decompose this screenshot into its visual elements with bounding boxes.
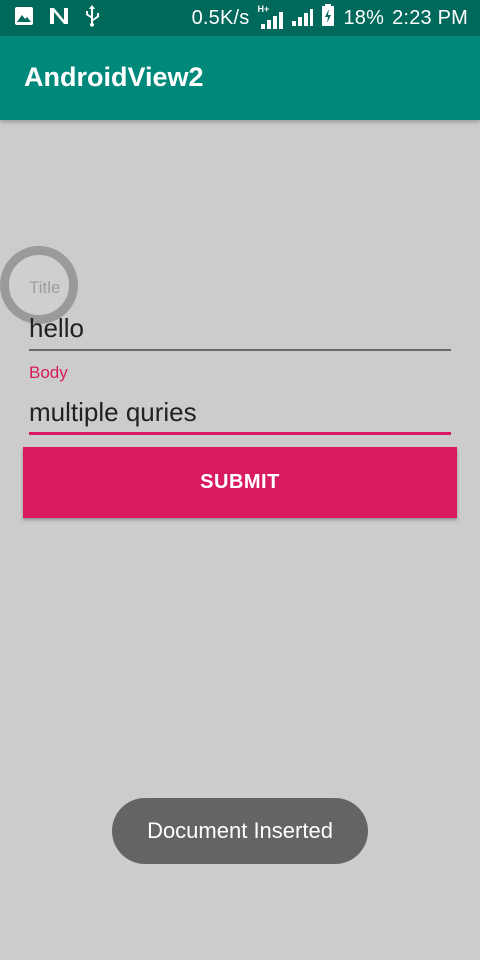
toast-message: Document Inserted: [112, 798, 368, 864]
network-speed: 0.5K/s: [191, 6, 250, 29]
body-input[interactable]: multiple quries: [29, 397, 197, 428]
body-input-underline: [29, 432, 451, 435]
signal-icon: [291, 3, 314, 33]
signal-h-plus-icon: H+: [257, 4, 284, 30]
app-bar: AndroidView2: [0, 36, 480, 120]
toast-text: Document Inserted: [147, 818, 333, 843]
battery-charging-icon: [321, 3, 335, 33]
battery-percent: 18%: [343, 6, 385, 29]
image-icon: [14, 6, 34, 31]
n-notification-icon: [48, 6, 70, 31]
status-bar: 0.5K/s H+ 18% 2:23 PM: [0, 0, 480, 36]
title-input[interactable]: hello: [29, 313, 84, 344]
app-title: AndroidView2: [24, 62, 204, 92]
status-bar-left-icons: [14, 0, 100, 36]
title-label: Title: [29, 278, 61, 297]
submit-button[interactable]: SUBMIT: [23, 447, 457, 518]
usb-icon: [84, 4, 100, 33]
body-label: Body: [29, 363, 68, 382]
clock: 2:23 PM: [392, 6, 468, 29]
title-input-underline: [29, 349, 451, 351]
status-bar-right: 0.5K/s H+ 18% 2:23 PM: [192, 0, 468, 36]
